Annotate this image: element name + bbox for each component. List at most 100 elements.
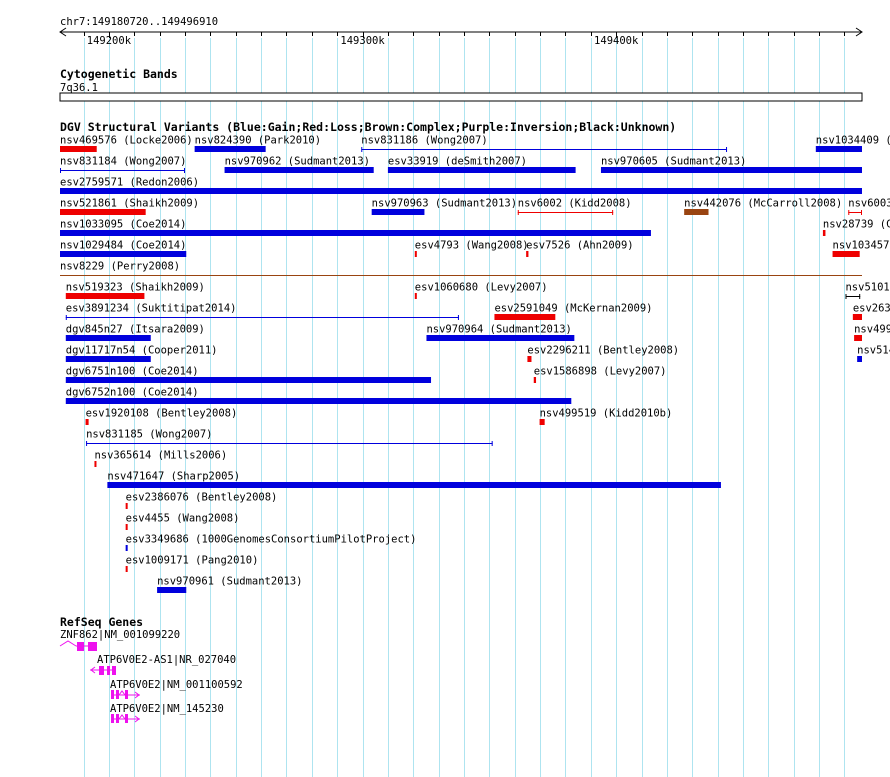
dgv-feature[interactable]: nsv831184 (Wong2007) <box>60 156 186 174</box>
dgv-feature-bar <box>65 293 145 299</box>
dgv-track: DGV Structural Variants (Blue:Gain;Red:L… <box>60 120 890 593</box>
dgv-feature[interactable]: nsv1034409 (Coe2014) <box>815 135 890 153</box>
dgv-feature[interactable]: esv4455 (Wang2008) <box>125 513 240 531</box>
dgv-feature[interactable]: nsv469576 (Locke2006) <box>60 135 193 153</box>
dgv-feature-label: nsv365614 (Mills2006) <box>94 450 227 462</box>
dgv-feature-bar <box>107 482 721 488</box>
dgv-feature-label: nsv4996 <box>854 324 890 336</box>
dgv-feature-label: esv3891234 (Suktitipat2014) <box>66 303 237 315</box>
dgv-feature-label: esv4455 (Wang2008) <box>126 513 240 525</box>
dgv-feature[interactable]: dgv845n27 (Itsara2009) <box>65 324 205 342</box>
dgv-feature-label: nsv6003 <box>848 198 890 210</box>
dgv-feature-bar <box>387 167 576 173</box>
dgv-feature-label: nsv28739 (Conrad2010) <box>823 219 890 231</box>
dgv-feature-bar <box>125 503 128 509</box>
dgv-feature-bar <box>194 146 266 152</box>
dgv-feature-label: nsv970962 (Sudmant2013) <box>225 156 370 168</box>
exon <box>112 666 116 675</box>
dgv-feature[interactable]: nsv499519 (Kidd2010b) <box>539 408 673 426</box>
gene-atp6v0e2-nm145230[interactable]: ATP6V0E2|NM_145230 <box>110 703 224 723</box>
dgv-feature[interactable]: nsv521861 (Shaikh2009) <box>60 198 199 216</box>
dgv-feature[interactable]: nsv831185 (Wong2007) <box>86 429 493 447</box>
dgv-feature[interactable]: nsv970964 (Sudmant2013) <box>426 324 575 342</box>
cytoband-bar[interactable] <box>59 92 863 102</box>
dgv-feature-label: nsv510120 <box>845 282 890 294</box>
dgv-feature[interactable]: esv1009171 (Pang2010) <box>125 555 259 573</box>
dgv-feature[interactable]: nsv970963 (Sudmant2013) <box>371 198 517 216</box>
dgv-feature[interactable]: esv2591049 (McKernan2009) <box>494 303 652 321</box>
dgv-feature-bar <box>539 419 545 425</box>
dgv-feature-label: esv1586898 (Levy2007) <box>534 366 667 378</box>
dgv-feature[interactable]: nsv970961 (Sudmant2013) <box>157 576 303 594</box>
dgv-feature-label: nsv6002 (Kidd2008) <box>518 198 632 210</box>
dgv-feature[interactable]: esv3891234 (Suktitipat2014) <box>65 303 459 321</box>
dgv-feature[interactable]: esv1920108 (Bentley2008) <box>85 408 238 426</box>
dgv-feature-label: dgv845n27 (Itsara2009) <box>66 324 205 336</box>
dgv-feature[interactable]: nsv6003 <box>848 198 890 216</box>
refseq-title: RefSeq Genes <box>60 615 143 629</box>
dgv-feature-bar <box>65 398 572 404</box>
dgv-feature-bar <box>60 209 146 215</box>
dgv-feature-label: esv2296211 (Bentley2008) <box>527 345 679 357</box>
gene-atp6v0e2-nm001100592[interactable]: ATP6V0E2|NM_001100592 <box>110 679 243 699</box>
dgv-feature[interactable]: esv33919 (deSmith2007) <box>387 156 576 174</box>
dgv-feature[interactable]: nsv970962 (Sudmant2013) <box>224 156 374 174</box>
dgv-feature[interactable]: nsv28739 (Conrad2010) <box>822 219 890 237</box>
dgv-feature[interactable]: esv1060680 (Levy2007) <box>414 282 548 300</box>
dgv-feature[interactable]: dgv6751n100 (Coe2014) <box>65 366 432 384</box>
gene-label: ZNF862|NM_001099220 <box>60 629 180 641</box>
dgv-feature-label: esv2386076 (Bentley2008) <box>126 492 278 504</box>
dgv-feature-bar <box>600 167 862 173</box>
dgv-feature-label: nsv442076 (McCarroll2008) <box>684 198 842 210</box>
dgv-feature[interactable]: nsv514 <box>857 345 890 363</box>
exon <box>99 666 104 675</box>
dgv-feature-label: nsv521861 (Shaikh2009) <box>60 198 199 210</box>
gene-znf862[interactable]: ZNF862|NM_001099220 <box>59 629 180 651</box>
ruler-tick-label: 149200k <box>87 35 132 47</box>
dgv-feature[interactable]: nsv442076 (McCarroll2008) <box>684 198 842 216</box>
dgv-feature-bar <box>527 356 532 362</box>
dgv-feature-bar <box>60 251 187 257</box>
dgv-feature[interactable]: dgv6752n100 (Coe2014) <box>65 387 572 405</box>
dgv-feature-label: nsv1034409 (Coe2014) <box>816 135 890 147</box>
refseq-track: RefSeq Genes ZNF862|NM_001099220 ATP6V0E… <box>59 615 243 723</box>
dgv-features: nsv469576 (Locke2006) nsv824390 (Park2010… <box>60 135 890 594</box>
genome-browser-view: chr7:149180720..149496910 149200k 149300k… <box>59 16 890 777</box>
dgv-feature[interactable]: esv7526 (Ahn2009) <box>526 240 634 258</box>
gene-atp6v0e2-as1[interactable]: ATP6V0E2-AS1|NR_027040 <box>90 654 236 675</box>
dgv-feature[interactable]: nsv1033095 (Coe2014) <box>60 219 651 237</box>
dgv-feature[interactable]: nsv510120 <box>845 282 890 300</box>
dgv-feature[interactable]: dgv11717n54 (Cooper2011) <box>65 345 218 363</box>
dgv-feature[interactable]: esv3349686 (1000GenomesConsortiumPilotPr… <box>125 534 417 552</box>
dgv-feature-bar <box>857 356 862 362</box>
dgv-feature-bar <box>494 314 556 320</box>
dgv-feature-bar <box>125 524 128 530</box>
dgv-feature[interactable]: nsv471647 (Sharp2005) <box>107 471 721 489</box>
dgv-feature-label: nsv970961 (Sudmant2013) <box>157 576 302 588</box>
dgv-feature[interactable]: nsv6002 (Kidd2008) <box>517 198 632 216</box>
dgv-feature[interactable]: nsv519323 (Shaikh2009) <box>65 282 205 300</box>
dgv-feature[interactable]: nsv4996 <box>854 324 890 342</box>
dgv-feature-bar <box>414 251 417 257</box>
dgv-feature[interactable]: esv4793 (Wang2008) <box>414 240 529 258</box>
dgv-feature-label: nsv1029484 (Coe2014) <box>60 240 186 252</box>
dgv-feature[interactable]: esv1586898 (Levy2007) <box>533 366 667 384</box>
dgv-feature-label: nsv514 <box>857 345 890 357</box>
dgv-feature-label: esv33919 (deSmith2007) <box>388 156 527 168</box>
dgv-feature[interactable]: nsv831186 (Wong2007) <box>361 135 728 153</box>
dgv-feature[interactable]: nsv824390 (Park2010) <box>194 135 321 153</box>
dgv-feature[interactable]: esv2759571 (Redon2006) <box>60 177 862 195</box>
dgv-feature[interactable]: nsv1034578 <box>832 240 890 258</box>
dgv-feature[interactable]: nsv8229 (Perry2008) <box>60 261 862 276</box>
dgv-feature-bar <box>60 230 651 236</box>
dgv-feature[interactable]: esv2635 <box>852 303 890 321</box>
dgv-feature-bar <box>533 377 537 383</box>
dgv-feature-label: dgv11717n54 (Cooper2011) <box>66 345 218 357</box>
dgv-feature-label: nsv471647 (Sharp2005) <box>107 471 240 483</box>
dgv-feature-label: esv3349686 (1000GenomesConsortiumPilotPr… <box>126 534 417 546</box>
dgv-feature[interactable]: nsv1029484 (Coe2014) <box>60 240 186 258</box>
dgv-feature-bar <box>854 335 862 341</box>
dgv-feature[interactable]: esv2296211 (Bentley2008) <box>527 345 679 363</box>
dgv-feature[interactable]: esv2386076 (Bentley2008) <box>125 492 278 510</box>
dgv-feature[interactable]: nsv970605 (Sudmant2013) <box>600 156 862 174</box>
